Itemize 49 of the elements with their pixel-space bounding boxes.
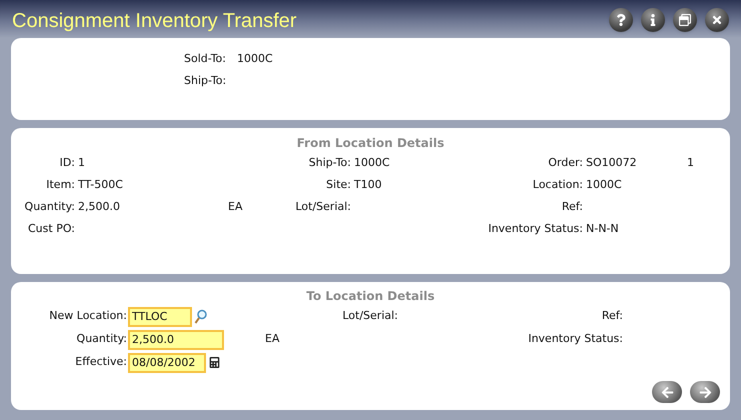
field-label: Effective: <box>74 354 128 370</box>
help-button[interactable] <box>609 8 633 32</box>
next-button[interactable] <box>690 381 720 403</box>
window-title: Consignment Inventory Transfer <box>12 9 297 34</box>
field-label: Ref: <box>600 308 624 324</box>
field-value: 1000C <box>354 154 391 171</box>
field-label: Inventory Status: <box>487 220 584 237</box>
field-value: T100 <box>354 176 383 193</box>
field-label: Ref: <box>560 198 584 215</box>
arrow-left-icon <box>660 386 674 398</box>
close-button[interactable] <box>705 8 729 32</box>
field-label: Quantity: <box>76 331 128 348</box>
back-button[interactable] <box>652 381 682 403</box>
field-value: TT-500C <box>78 176 124 193</box>
field-value: 2,500.0 <box>78 198 121 215</box>
field-label: New Location: <box>48 308 128 324</box>
field-label: ID: <box>58 154 76 171</box>
field-label: Sold-To: <box>184 50 227 67</box>
restore-icon <box>679 14 691 26</box>
field-label: Ship-To: <box>184 72 228 89</box>
close-icon <box>711 14 723 26</box>
field-value: N-N-N <box>586 220 620 237</box>
input-field[interactable]: TTLOC <box>128 306 192 326</box>
field-label: Order: <box>547 154 584 171</box>
field-label: Ship-To: <box>308 154 352 171</box>
field-value: 1000C <box>586 176 623 193</box>
order-line-text: 1 <box>687 154 694 171</box>
restore-button[interactable] <box>673 8 697 32</box>
field-label: Lot/Serial: <box>341 308 399 324</box>
field-label: Site: <box>325 176 352 193</box>
section-title: From Location Details <box>296 135 446 152</box>
field-value: SO10072 <box>586 154 638 171</box>
field-label: Quantity: <box>24 198 76 215</box>
field-label: Location: <box>532 176 584 193</box>
search-icon[interactable] <box>194 308 207 324</box>
help-icon <box>615 14 627 26</box>
arrow-right-icon <box>698 386 712 398</box>
field-value: 1 <box>78 154 86 171</box>
date-field[interactable]: 08/08/2002 <box>128 352 206 372</box>
field-label: Item: <box>45 176 76 193</box>
field-label: Cust PO: <box>27 220 76 237</box>
field-label: Inventory Status: <box>527 331 624 348</box>
field-value: 1000C <box>237 50 273 67</box>
input-field[interactable]: 2,500.0 <box>128 330 224 350</box>
section-title: To Location Details <box>305 288 436 305</box>
unit-text: EA <box>228 198 242 215</box>
field-label: Lot/Serial: <box>294 198 352 215</box>
info-button[interactable] <box>641 8 665 32</box>
unit-text: EA <box>265 331 280 348</box>
